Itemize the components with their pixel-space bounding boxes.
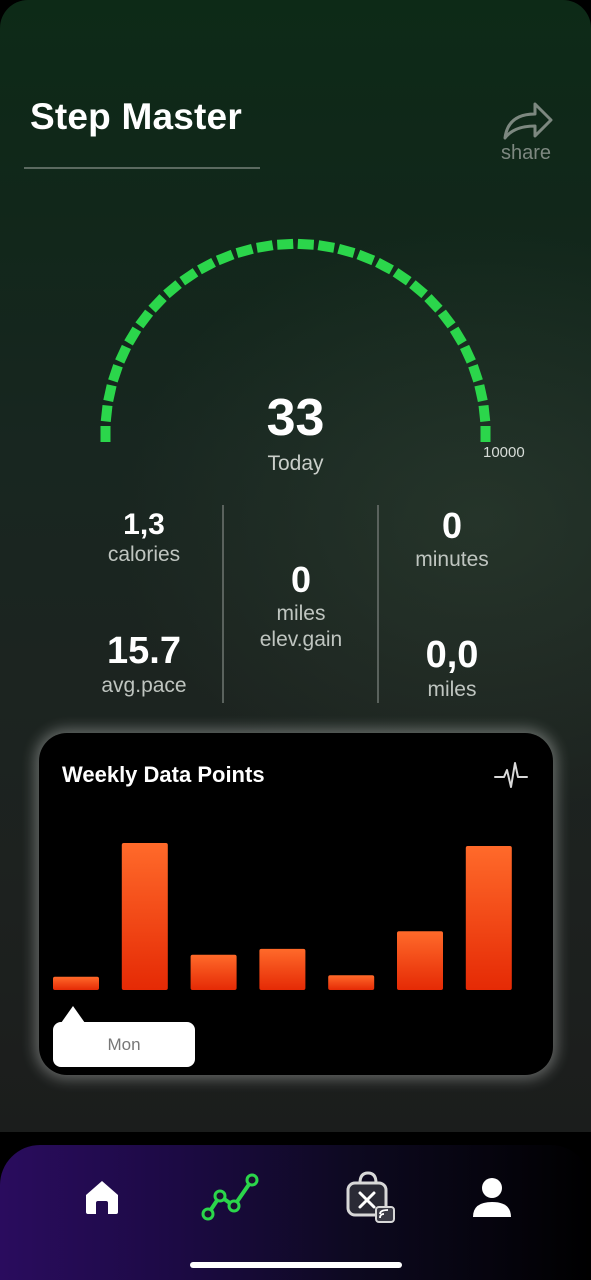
- share-label: share: [500, 142, 552, 164]
- gauge-segment: [437, 309, 456, 329]
- gauge-segment: [356, 249, 376, 266]
- calories-value: 1,3: [123, 508, 165, 541]
- steps-count: 33: [266, 389, 325, 447]
- activity-chart-icon: [201, 1173, 259, 1221]
- stat-calories: 1,3 calories: [69, 508, 219, 568]
- weekly-bar[interactable]: [190, 954, 237, 990]
- stat-elev-gain: 0 miles elev.gain: [226, 559, 376, 653]
- distance-label: miles: [427, 678, 477, 701]
- elev-gain-label: elev.gain: [259, 628, 343, 651]
- app-title: Step Master: [30, 96, 242, 137]
- minutes-value: 0: [441, 505, 463, 546]
- gauge-segment: [337, 243, 356, 258]
- gauge-segment: [197, 257, 216, 275]
- tooltip-pointer: [61, 1006, 85, 1023]
- gauge-segment: [276, 238, 294, 250]
- gauge-segment: [297, 238, 315, 250]
- stat-distance: 0,0 miles: [377, 634, 527, 703]
- gauge-segment: [375, 257, 394, 275]
- calories-label: calories: [107, 543, 181, 566]
- tab-shop[interactable]: [338, 1167, 398, 1227]
- tab-activity[interactable]: [200, 1167, 260, 1227]
- gauge-segment: [215, 249, 235, 266]
- stat-minutes: 0 minutes: [377, 505, 527, 573]
- weekly-bar[interactable]: [328, 975, 375, 990]
- gauge-segment: [108, 364, 123, 383]
- avg-pace-label: avg.pace: [101, 674, 187, 697]
- gauge-segment: [460, 344, 476, 364]
- share-button[interactable]: share: [496, 100, 556, 165]
- day-tooltip: Mon: [53, 1022, 195, 1067]
- weekly-bar[interactable]: [465, 845, 512, 990]
- gauge-segment: [409, 280, 428, 299]
- weekly-bar[interactable]: [259, 948, 306, 990]
- weekly-bar[interactable]: [397, 931, 443, 990]
- distance-value: 0,0: [425, 634, 479, 676]
- gauge-segment: [135, 309, 154, 329]
- share-icon: [503, 102, 553, 140]
- gauge-segment: [424, 294, 443, 313]
- weekly-bar[interactable]: [121, 843, 168, 990]
- gauge-segment: [163, 280, 182, 299]
- stats-divider-left: [222, 505, 224, 703]
- gauge-segment: [468, 364, 483, 383]
- gauge-segment: [148, 294, 167, 313]
- gauge-segment: [124, 326, 142, 346]
- home-indicator[interactable]: [190, 1262, 402, 1268]
- stat-avg-pace: 15.7 avg.pace: [69, 630, 219, 699]
- elev-gain-value: 0: [290, 559, 312, 600]
- avg-pace-value: 15.7: [107, 630, 181, 672]
- title-divider: [24, 167, 260, 169]
- gauge-max-label: 10000: [483, 444, 525, 461]
- gauge-segment: [317, 240, 335, 253]
- profile-icon: [473, 1178, 511, 1217]
- weekly-data-card[interactable]: Weekly Data Points Mon: [39, 733, 553, 1075]
- elev-gain-unit: miles: [276, 602, 326, 625]
- gauge-segment: [392, 268, 412, 286]
- weekly-bar[interactable]: [53, 976, 99, 990]
- shopping-bag-cast-icon: [346, 1171, 395, 1223]
- gauge-segment: [179, 268, 199, 286]
- home-icon: [86, 1181, 118, 1214]
- gauge-segment: [256, 240, 274, 253]
- tab-home[interactable]: [72, 1167, 132, 1227]
- gauge-segment: [115, 344, 131, 364]
- gauge-segment: [449, 326, 467, 346]
- tab-profile[interactable]: [462, 1167, 522, 1227]
- minutes-label: minutes: [415, 548, 489, 571]
- gauge-segment: [235, 243, 254, 258]
- app-screen: Step Master share 33 Today 10000 1,3 cal…: [0, 0, 591, 1132]
